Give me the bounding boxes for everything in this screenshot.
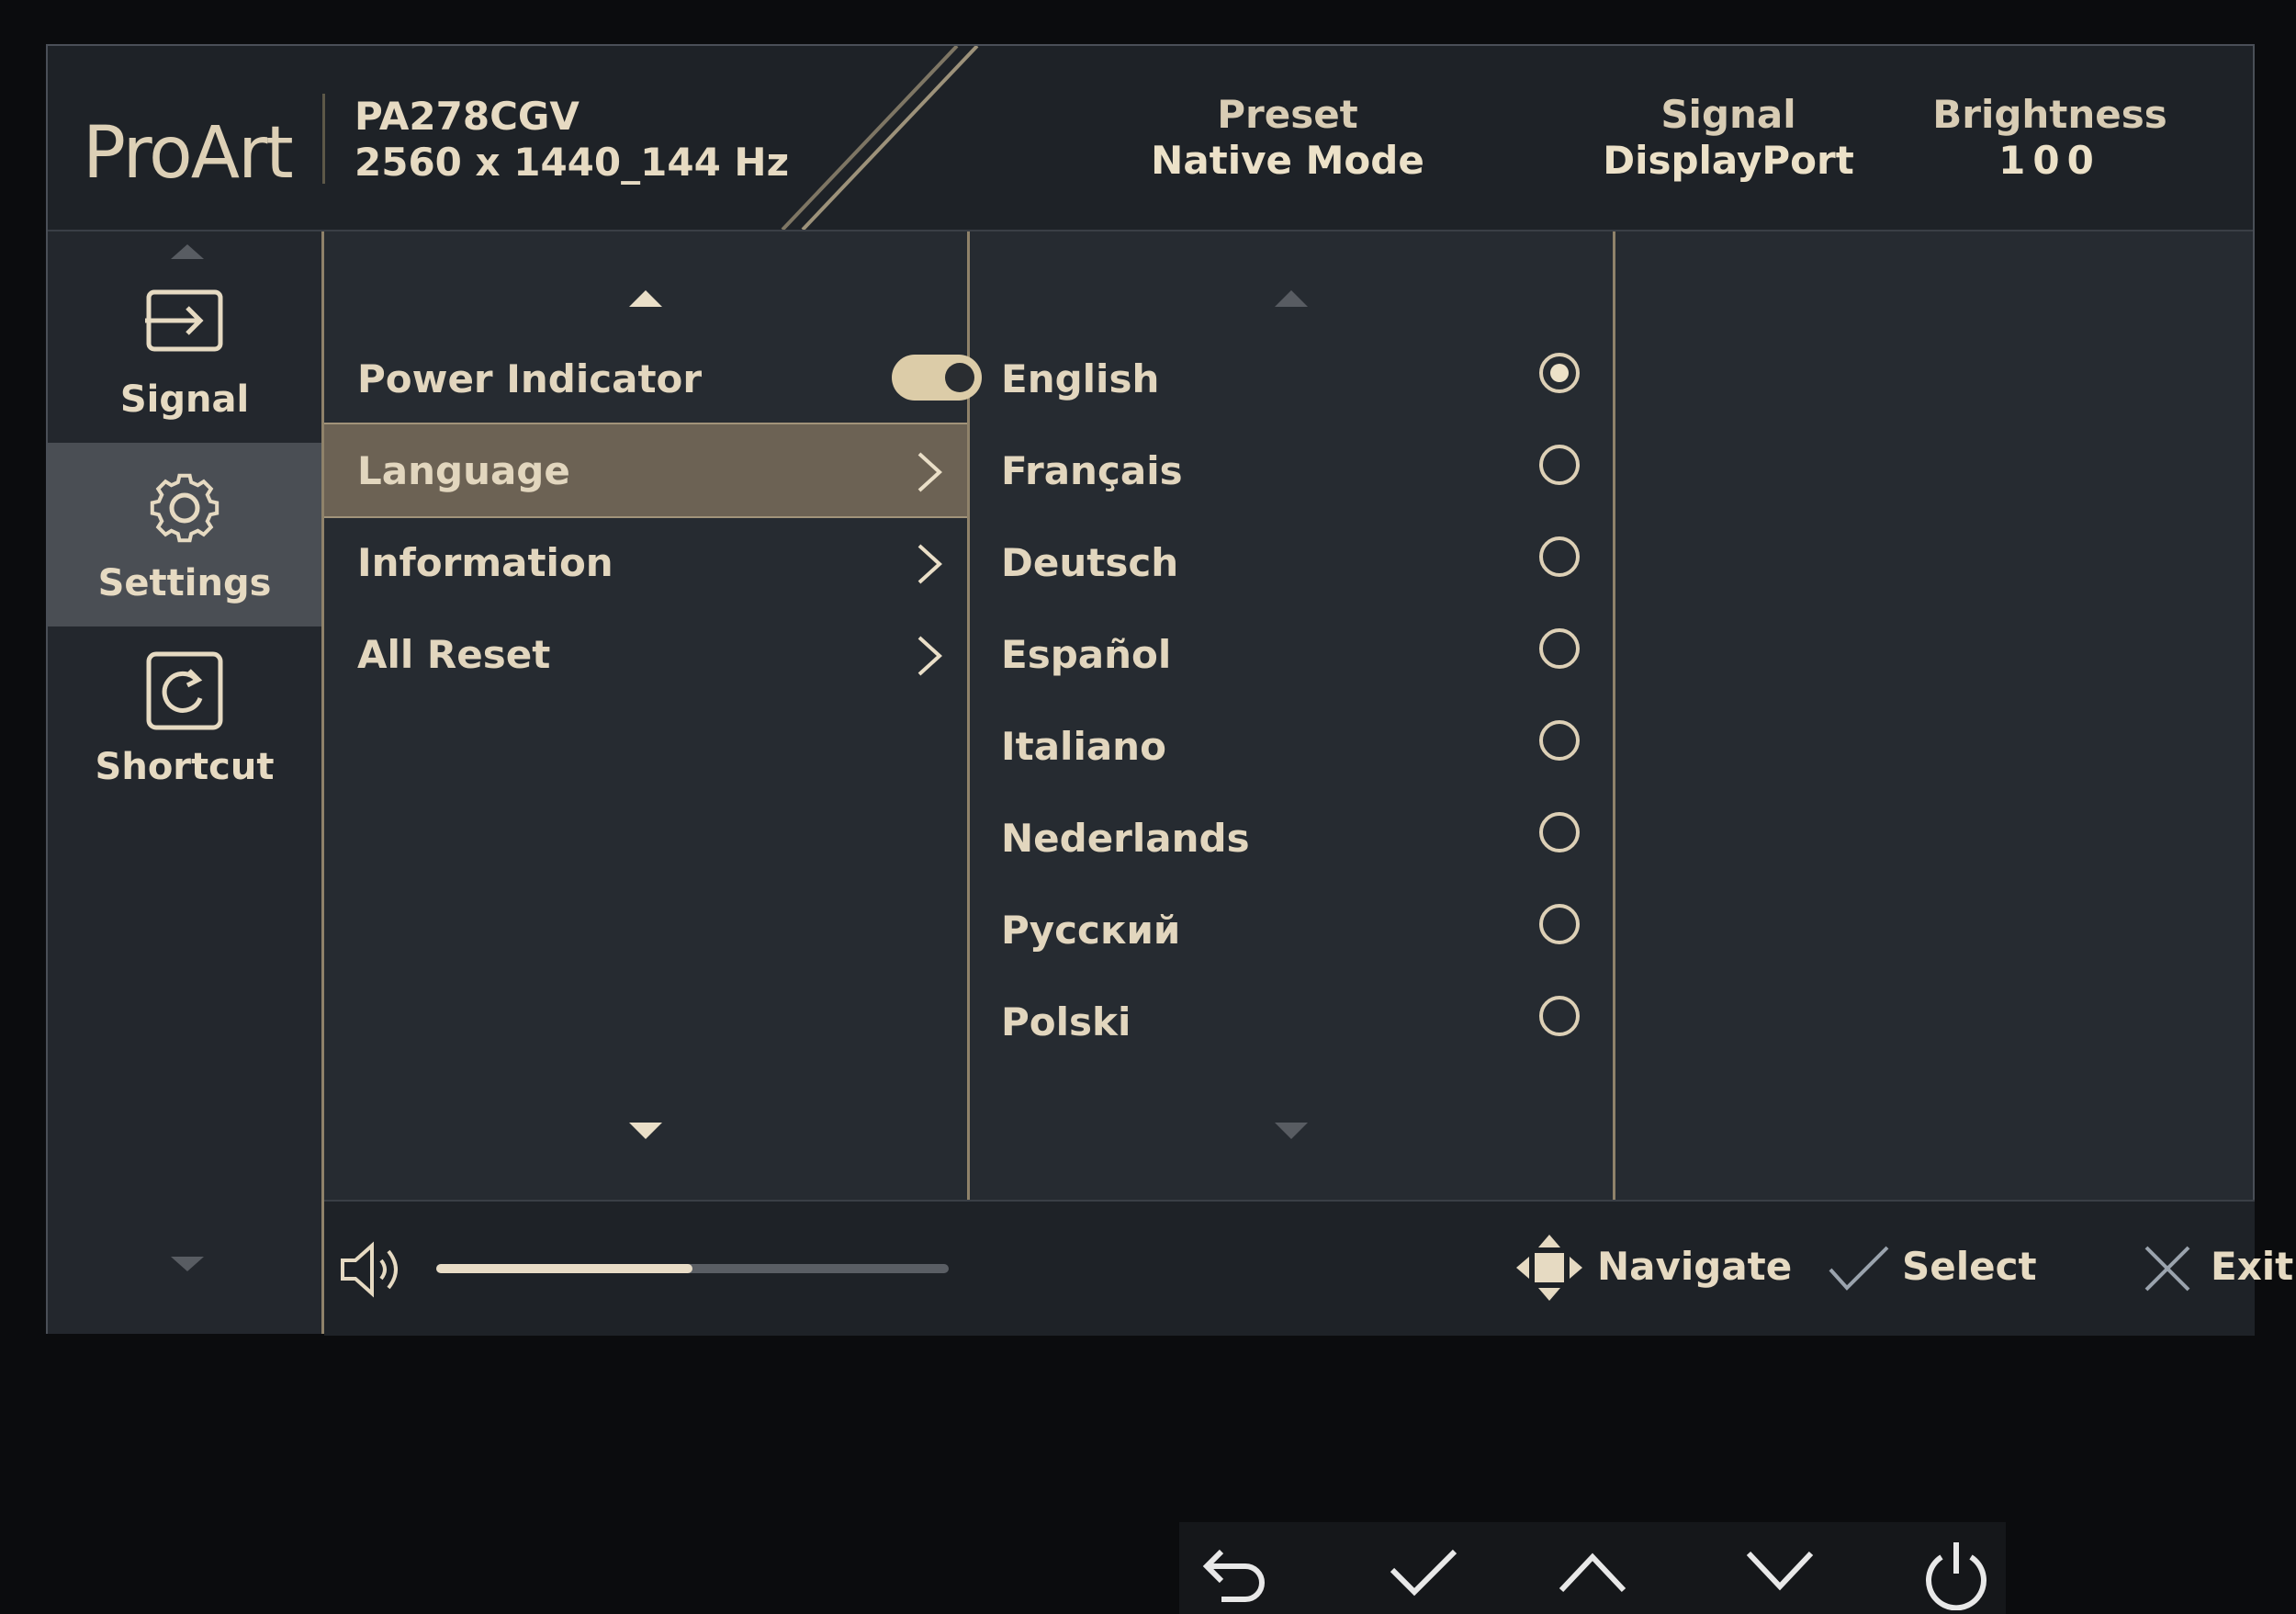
- proart-logo: ProArt: [83, 112, 294, 195]
- language-option-italiano[interactable]: Italiano: [970, 700, 1613, 792]
- close-icon: [2144, 1246, 2190, 1292]
- sidebar-item-signal[interactable]: Signal: [48, 259, 321, 443]
- radio-icon[interactable]: [1539, 536, 1580, 577]
- radio-dot: [1550, 364, 1569, 382]
- language-list: English Français Deutsch Español Italian…: [970, 231, 1615, 1200]
- radio-icon[interactable]: [1539, 445, 1580, 485]
- osd-footer: Navigate Select Exit: [324, 1200, 2293, 1336]
- model-info: PA278CGV 2560 x 1440_144 Hz: [355, 94, 789, 186]
- language-label: Français: [1001, 448, 1183, 493]
- osd-menu: ProArt PA278CGV 2560 x 1440_144 Hz Prese…: [46, 44, 2293, 1336]
- language-label: Deutsch: [1001, 540, 1179, 585]
- signal-label: Signal: [1660, 92, 1796, 137]
- signal-value: DisplayPort: [1603, 138, 1854, 183]
- decorative-stripes: [781, 46, 979, 230]
- sidebar: Signal Settings Shortcut: [48, 231, 324, 1334]
- sidebar-item-label: Shortcut: [95, 746, 275, 788]
- power-icon[interactable]: [1919, 1539, 1993, 1610]
- settings-submenu: Power Indicator Language Information All…: [324, 231, 982, 1200]
- detail-pane: [1615, 231, 2255, 1200]
- language-scroll-up-icon[interactable]: [1275, 290, 1308, 307]
- back-icon[interactable]: [1194, 1539, 1267, 1605]
- radio-icon[interactable]: [1539, 996, 1580, 1036]
- submenu-scroll-down-icon[interactable]: [629, 1123, 662, 1139]
- radio-icon[interactable]: [1539, 720, 1580, 761]
- gear-icon: [150, 473, 219, 543]
- language-option-francais[interactable]: Français: [970, 424, 1613, 516]
- sidebar-item-label: Signal: [119, 378, 250, 421]
- brightness-label: Brightness: [1932, 92, 2167, 137]
- language-scroll-down-icon[interactable]: [1275, 1123, 1308, 1139]
- menu-item-all-reset[interactable]: All Reset: [324, 608, 967, 700]
- down-icon[interactable]: [1743, 1539, 1817, 1605]
- preset-label: Preset: [1217, 92, 1358, 137]
- volume-slider-fill: [436, 1264, 692, 1273]
- language-option-russian[interactable]: Русский: [970, 884, 1613, 976]
- brightness-value: 100: [1998, 138, 2101, 183]
- chevron-right-icon: [917, 636, 942, 676]
- menu-item-label: Language: [357, 448, 570, 493]
- radio-icon[interactable]: [1539, 904, 1580, 944]
- menu-item-label: All Reset: [357, 632, 551, 677]
- submenu-scroll-up-icon[interactable]: [629, 290, 662, 307]
- sidebar-item-settings[interactable]: Settings: [48, 443, 321, 626]
- chevron-right-icon: [917, 544, 942, 584]
- resolution-text: 2560 x 1440_144 Hz: [355, 140, 790, 185]
- osd-header: ProArt PA278CGV 2560 x 1440_144 Hz Prese…: [48, 46, 2253, 231]
- power-indicator-toggle[interactable]: [892, 355, 982, 401]
- language-label: Русский: [1001, 908, 1181, 953]
- language-option-polski[interactable]: Polski: [970, 976, 1613, 1067]
- preset-status: Preset Native Mode: [1095, 92, 1480, 184]
- language-label: Polski: [1001, 999, 1131, 1044]
- language-option-english[interactable]: English: [970, 333, 1613, 424]
- sidebar-scroll-up-icon[interactable]: [171, 244, 204, 259]
- check-icon: [1829, 1246, 1889, 1291]
- radio-icon[interactable]: [1539, 812, 1580, 852]
- select-label: Select: [1902, 1244, 2037, 1289]
- language-label: Nederlands: [1001, 816, 1250, 861]
- language-option-espanol[interactable]: Español: [970, 608, 1613, 700]
- menu-item-power-indicator[interactable]: Power Indicator: [324, 333, 982, 424]
- chevron-right-icon: [917, 452, 942, 492]
- hardware-buttons: [1179, 1522, 2006, 1614]
- radio-icon[interactable]: [1539, 628, 1580, 669]
- model-name: PA278CGV: [355, 94, 580, 139]
- volume-slider[interactable]: [436, 1264, 949, 1273]
- preset-value: Native Mode: [1151, 138, 1424, 183]
- language-option-deutsch[interactable]: Deutsch: [970, 516, 1613, 608]
- radio-selected-icon[interactable]: [1539, 353, 1580, 393]
- shortcut-icon: [146, 651, 223, 730]
- menu-item-label: Power Indicator: [357, 356, 703, 401]
- brightness-status: Brightness 100: [1894, 92, 2206, 184]
- check-icon[interactable]: [1387, 1539, 1460, 1605]
- signal-input-icon: [145, 289, 223, 352]
- speaker-icon: [341, 1241, 398, 1298]
- menu-item-label: Information: [357, 540, 613, 585]
- header-divider: [322, 94, 325, 184]
- sidebar-item-shortcut[interactable]: Shortcut: [48, 626, 321, 810]
- menu-item-language[interactable]: Language: [324, 423, 967, 518]
- menu-item-information[interactable]: Information: [324, 516, 967, 608]
- language-option-nederlands[interactable]: Nederlands: [970, 792, 1613, 884]
- navigate-label: Navigate: [1597, 1244, 1793, 1289]
- language-label: Español: [1001, 632, 1172, 677]
- navigate-icon: [1516, 1235, 1582, 1301]
- signal-status: Signal DisplayPort: [1572, 92, 1885, 184]
- language-label: Italiano: [1001, 724, 1166, 769]
- language-label: English: [1001, 356, 1160, 401]
- exit-label: Exit: [2211, 1244, 2294, 1289]
- sidebar-scroll-down-icon[interactable]: [171, 1257, 204, 1271]
- sidebar-item-label: Settings: [97, 562, 272, 604]
- up-icon[interactable]: [1556, 1539, 1629, 1605]
